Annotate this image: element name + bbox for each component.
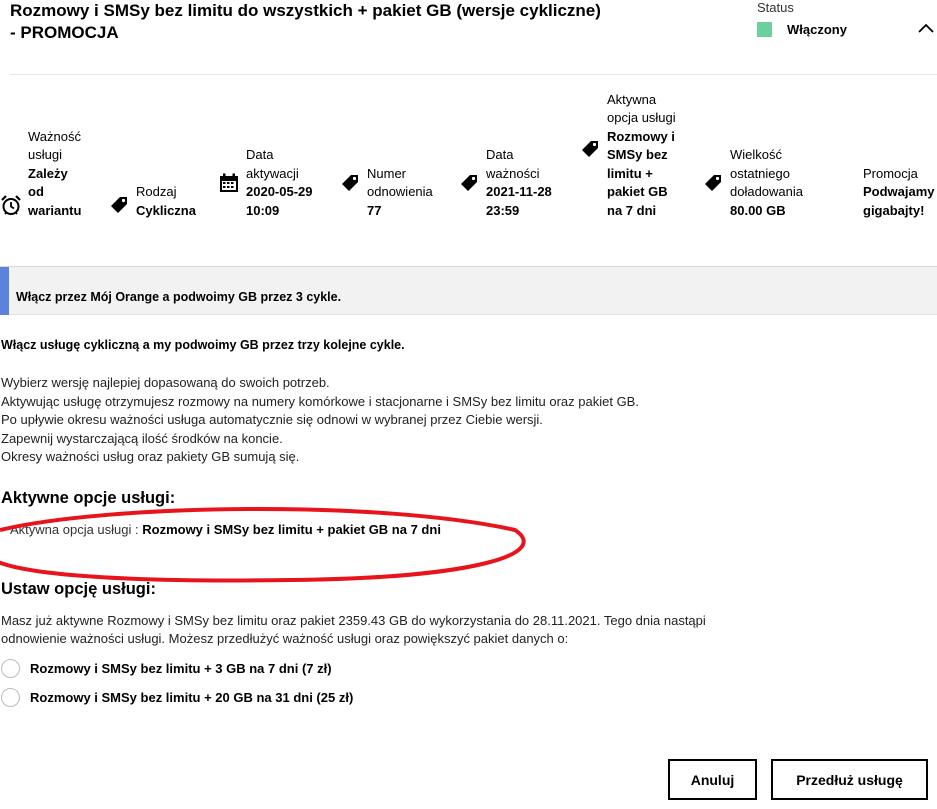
info-activation-label-2: aktywacji [246,165,299,181]
info-active-option-value-4: pakiet GB [607,184,668,199]
info-activation: Data aktywacji 2020-05-29 10:09 [218,146,313,220]
alarm-clock-icon [0,194,22,216]
extend-service-button[interactable]: Przedłuż usługę [771,759,928,800]
info-active-option-value-1: Rozmowy i [607,128,675,144]
status-value: Włączony [787,22,847,37]
collapse-button[interactable] [916,18,936,38]
option-label[interactable]: Rozmowy i SMSy bez limitu + 20 GB na 31 … [30,690,353,705]
info-promo: Promocja Podwajamy gigabajty! [863,165,935,221]
active-option-row: Aktywna opcja usługi : Rozmowy i SMSy be… [10,521,480,540]
info-promo-value-1: Podwajamy [863,184,935,199]
tag-icon [579,138,601,160]
info-type-label: Rodzaj [136,184,177,199]
radio-button[interactable] [1,659,20,678]
info-activation-value-1: 2020-05-29 [246,184,313,199]
info-active-option-value-5: na 7 dni [607,202,657,218]
service-info-bar: Ważność usługi Zależy od wariantu Rodzaj… [0,92,937,235]
promo-banner: Włącz przez Mój Orange a podwoimy GB prz… [0,267,937,315]
info-last-topup-label-2: ostatniego [730,165,790,181]
page-title: Rozmowy i SMSy bez limitu do wszystkich … [10,1,601,42]
header-divider [10,74,937,75]
info-promo-value-2: gigabajty! [863,202,925,218]
tag-icon [702,172,724,194]
info-expiry-label-1: Data [486,147,514,162]
chevron-up-icon [918,23,934,33]
active-option-value: Rozmowy i SMSy bez limitu + pakiet GB na… [142,522,441,537]
option-radio-20gb[interactable]: Rozmowy i SMSy bez limitu + 20 GB na 31 … [1,688,353,707]
description-line: Po upływie okresu ważności usługa automa… [1,412,543,427]
info-active-option-label-2: opcja usługi [607,110,676,125]
active-option-label: Aktywna opcja usługi : [10,522,143,537]
set-option-info: Masz już aktywne Rozmowy i SMSy bez limi… [1,613,706,646]
info-last-topup-value: 80.00 GB [730,202,786,218]
cancel-button[interactable]: Anuluj [668,759,757,800]
banner-text: Włącz przez Mój Orange a podwoimy GB prz… [16,290,342,304]
info-validity-label-1: Ważność [28,128,81,144]
lead-text: Włącz usługę cykliczną a my podwoimy GB … [1,338,405,352]
info-type-value: Cykliczna [136,202,196,218]
tag-icon [339,172,361,194]
status-dot [757,22,772,37]
info-validity: Ważność usługi Zależy od wariantu [0,128,81,221]
tag-icon [108,194,130,216]
option-label[interactable]: Rozmowy i SMSy bez limitu + 3 GB na 7 dn… [30,661,332,676]
description-line: Zapewnij wystarczającą ilość środków na … [1,430,283,446]
info-validity-value-1: Zależy [28,165,68,181]
info-expiry-value-2: 23:59 [486,202,520,218]
info-last-topup: Wielkość ostatniego doładowania 80.00 GB [702,146,803,220]
tag-icon [458,172,480,194]
option-radio-3gb[interactable]: Rozmowy i SMSy bez limitu + 3 GB na 7 dn… [1,659,332,678]
description-line: Aktywując usługę otrzymujesz rozmowy na … [1,393,639,409]
calendar-icon [218,172,240,194]
info-validity-value-2: od [28,184,44,199]
banner-accent-bar [0,267,9,315]
status-indicator: Włączony [757,22,847,37]
info-validity-label-2: usługi [28,147,62,162]
info-renewal-label-2: odnowienia [367,184,433,199]
info-expiry-label-2: ważności [486,165,540,181]
set-option-heading: Ustaw opcję usługi: [1,580,156,598]
status-label: Status [757,0,794,15]
info-type: Rodzaj Cykliczna [108,183,196,220]
active-options-heading: Aktywne opcje usługi: [1,489,176,507]
info-active-option-value-2: SMSy bez [607,147,668,162]
info-last-topup-label-1: Wielkość [730,147,783,162]
radio-button[interactable] [1,688,20,707]
info-renewal-label-1: Numer [367,165,407,181]
info-validity-value-3: wariantu [28,202,82,218]
description: Wybierz wersję najlepiej dopasowaną do s… [1,374,639,467]
info-expiry: Data ważności 2021-11-28 23:59 [458,146,552,220]
info-active-option: Aktywna opcja usługi Rozmowy i SMSy bez … [579,91,676,221]
info-expiry-value-1: 2021-11-28 [486,184,552,199]
info-active-option-label-1: Aktywna [607,91,657,107]
info-active-option-value-3: limitu + [607,165,653,181]
info-activation-label-1: Data [246,147,274,162]
description-line: Okresy ważności usług oraz pakiety GB su… [1,449,300,464]
red-annotation-ellipse [0,506,526,583]
info-promo-label: Promocja [863,165,918,181]
info-last-topup-label-3: doładowania [730,184,804,199]
info-activation-value-2: 10:09 [246,202,280,218]
info-renewal: Numer odnowienia 77 [339,165,433,221]
description-line: Wybierz wersję najlepiej dopasowaną do s… [1,375,330,390]
info-renewal-value: 77 [367,202,382,218]
